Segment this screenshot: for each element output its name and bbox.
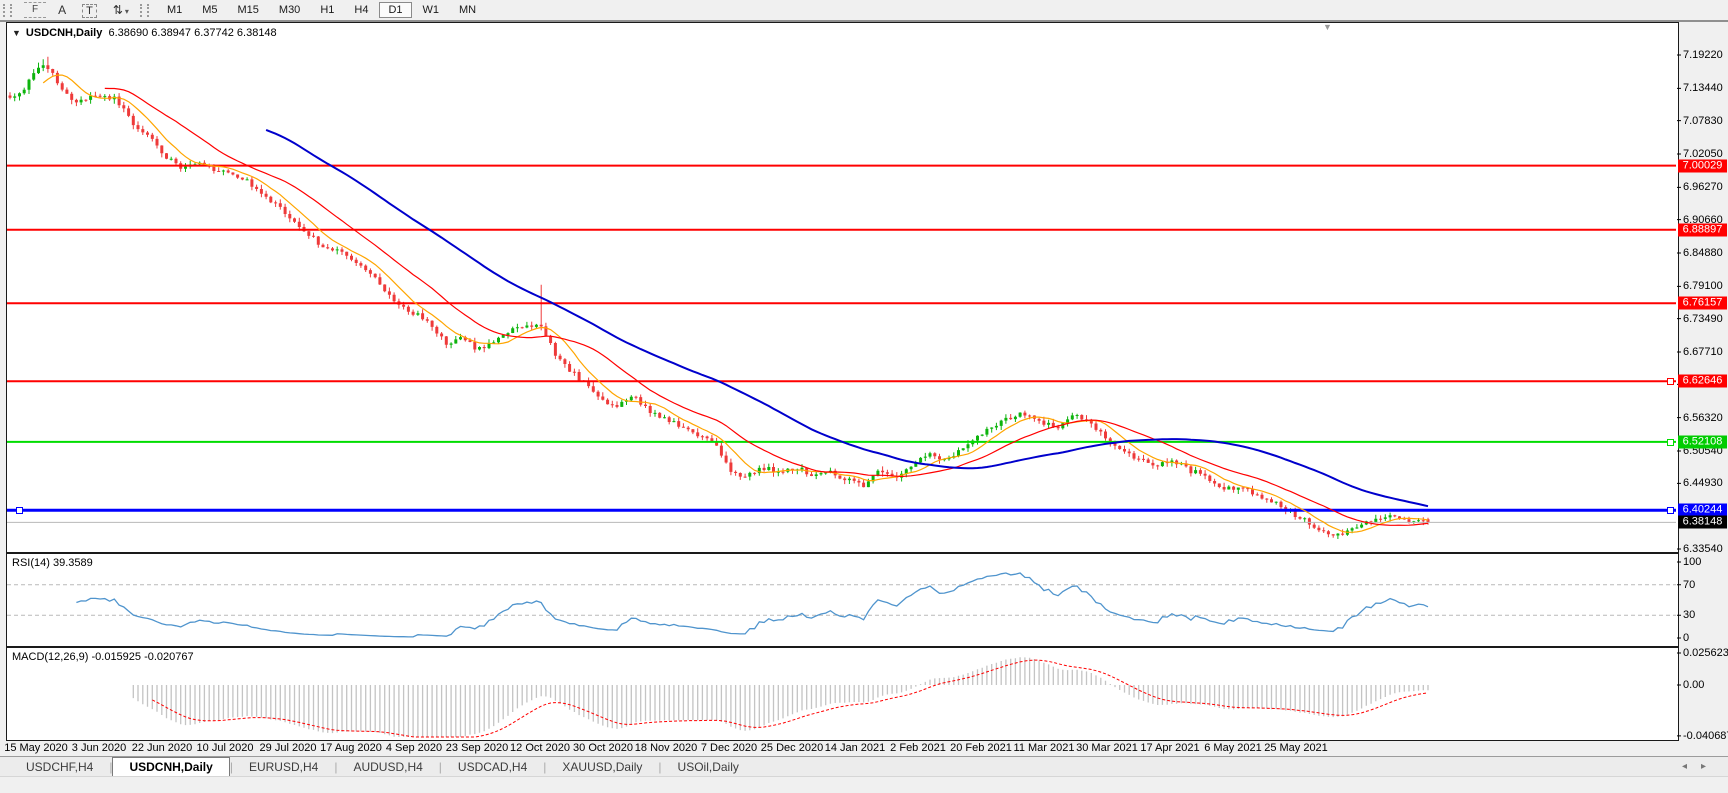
rsi-value: 39.3589 [52, 557, 93, 569]
date-tick-label: 25 May 2021 [1264, 742, 1328, 754]
chart-tabs: USDCHF,H4 | USDCNH,Daily | EURUSD,H4 | AUDUSD,… [10, 757, 755, 777]
date-tick-label: 30 Mar 2021 [1076, 742, 1138, 754]
date-tick-label: 6 May 2021 [1204, 742, 1262, 754]
tab-xauusd-daily[interactable]: XAUUSD,Daily [546, 758, 658, 777]
date-tick-label: 2 Feb 2021 [890, 742, 946, 754]
line-handle[interactable] [1667, 378, 1674, 386]
date-tick-label: 29 Jul 2020 [259, 742, 317, 754]
price-tick-label: 6.67710 [1683, 345, 1723, 358]
ma-line-55 [265, 128, 1429, 508]
price-badge: 6.38148 [1678, 515, 1727, 529]
chart-tab-bar: USDCHF,H4 | USDCNH,Daily | EURUSD,H4 | AUDUSD,… [0, 756, 1728, 777]
line-handle[interactable] [16, 507, 23, 515]
macd-tick-label: 0.00 [1683, 679, 1705, 691]
price-tick-label: 6.84880 [1683, 246, 1723, 259]
date-tick-label: 7 Dec 2020 [700, 742, 758, 754]
tab-next-icon[interactable]: ▸ [1701, 761, 1720, 772]
tab-usdchf-h4[interactable]: USDCHF,H4 [10, 758, 109, 777]
date-tick-label: 12 Oct 2020 [510, 742, 570, 754]
axis-tick-marks [1677, 54, 1681, 737]
date-tick-label: 18 Nov 2020 [634, 742, 698, 754]
price-tick-label: 6.44930 [1683, 477, 1723, 490]
rsi-line [76, 572, 1429, 638]
price-tick-label: 6.79100 [1683, 280, 1723, 293]
macd-tick-label: 0.025623 [1683, 646, 1728, 659]
price-tick-label: 6.73490 [1683, 312, 1723, 325]
tab-usoil-daily[interactable]: USOil,Daily [662, 758, 755, 777]
collapse-arrow-icon[interactable]: ▼ [12, 28, 21, 38]
time-axis: 15 May 2020 3 Jun 2020 22 Jun 2020 10 Jul 2… [0, 739, 1728, 755]
tab-usdcnh-daily[interactable]: USDCNH,Daily [112, 757, 230, 777]
tab-prev-icon[interactable]: ◂ [1682, 761, 1701, 772]
rsi-tick-label: 30 [1683, 609, 1696, 622]
price-badge: 6.88897 [1678, 223, 1727, 237]
tab-audusd-h4[interactable]: AUDUSD,H4 [337, 758, 438, 777]
status-strip [0, 776, 1728, 793]
line-handle[interactable] [1667, 438, 1674, 446]
price-badge: 7.00029 [1678, 159, 1727, 173]
chart-title: ▼ USDCNH,Daily 6.38690 6.38947 6.37742 6.… [12, 27, 277, 39]
chart-shift-marker-icon[interactable]: ▼ [1323, 22, 1332, 32]
date-tick-label: 10 Jul 2020 [196, 742, 254, 754]
date-tick-label: 4 Sep 2020 [385, 742, 443, 754]
date-tick-label: 30 Oct 2020 [573, 742, 633, 754]
symbol-label: USDCNH,Daily [25, 27, 103, 39]
rsi-tick-label: 0 [1683, 632, 1690, 644]
date-tick-label: 11 Mar 2021 [1013, 742, 1075, 754]
date-tick-label: 20 Feb 2021 [950, 742, 1012, 754]
macd-values: -0.015925 -0.020767 [91, 651, 194, 663]
rsi-tick-label: 100 [1683, 556, 1702, 568]
date-tick-label: 23 Sep 2020 [445, 742, 509, 754]
tab-eurusd-h4[interactable]: EURUSD,H4 [233, 758, 334, 777]
date-tick-label: 17 Apr 2021 [1140, 742, 1200, 754]
date-tick-label: 22 Jun 2020 [131, 742, 193, 754]
price-badge: 6.52108 [1678, 435, 1727, 449]
rsi-tick-label: 70 [1683, 578, 1696, 591]
ma-line-21 [104, 87, 1429, 526]
date-tick-label: 14 Jan 2021 [824, 742, 886, 754]
date-tick-label: 17 Aug 2020 [320, 742, 382, 754]
price-badge: 6.76157 [1678, 296, 1727, 310]
chart-canvas[interactable] [0, 0, 1728, 792]
date-tick-label: 15 May 2020 [4, 742, 68, 754]
price-badge: 6.40244 [1678, 503, 1727, 517]
macd-signal-line [152, 659, 1429, 738]
price-tick-label: 6.56320 [1683, 411, 1723, 424]
price-tick-label: 7.13440 [1683, 82, 1723, 95]
tab-scroll-arrows[interactable]: ◂▸ [1682, 761, 1720, 772]
tab-usdcad-h4[interactable]: USDCAD,H4 [442, 758, 543, 777]
price-tick-label: 6.33540 [1683, 543, 1723, 555]
terminal-window: F A T ⇅ ▾ M1 M5 M15 M30 H1 H4 D1 W1 MN ▼ USDCNH,Da… [0, 0, 1728, 793]
macd-tick-label: -0.040687 [1683, 729, 1728, 742]
ohlc-values: 6.38690 6.38947 6.37742 6.38148 [108, 27, 277, 39]
macd-histogram [132, 657, 1429, 737]
candlestick-series [8, 56, 1430, 539]
rsi-label: RSI(14) 39.3589 [12, 557, 93, 569]
price-tick-label: 6.96270 [1683, 181, 1723, 194]
price-tick-label: 7.07830 [1683, 114, 1723, 127]
date-tick-label: 25 Dec 2020 [760, 742, 824, 754]
price-badge: 6.62646 [1678, 374, 1727, 388]
date-tick-label: 3 Jun 2020 [71, 742, 127, 754]
macd-label: MACD(12,26,9) -0.015925 -0.020767 [12, 651, 194, 663]
price-tick-label: 7.19220 [1683, 49, 1723, 61]
line-handle[interactable] [1667, 507, 1674, 515]
